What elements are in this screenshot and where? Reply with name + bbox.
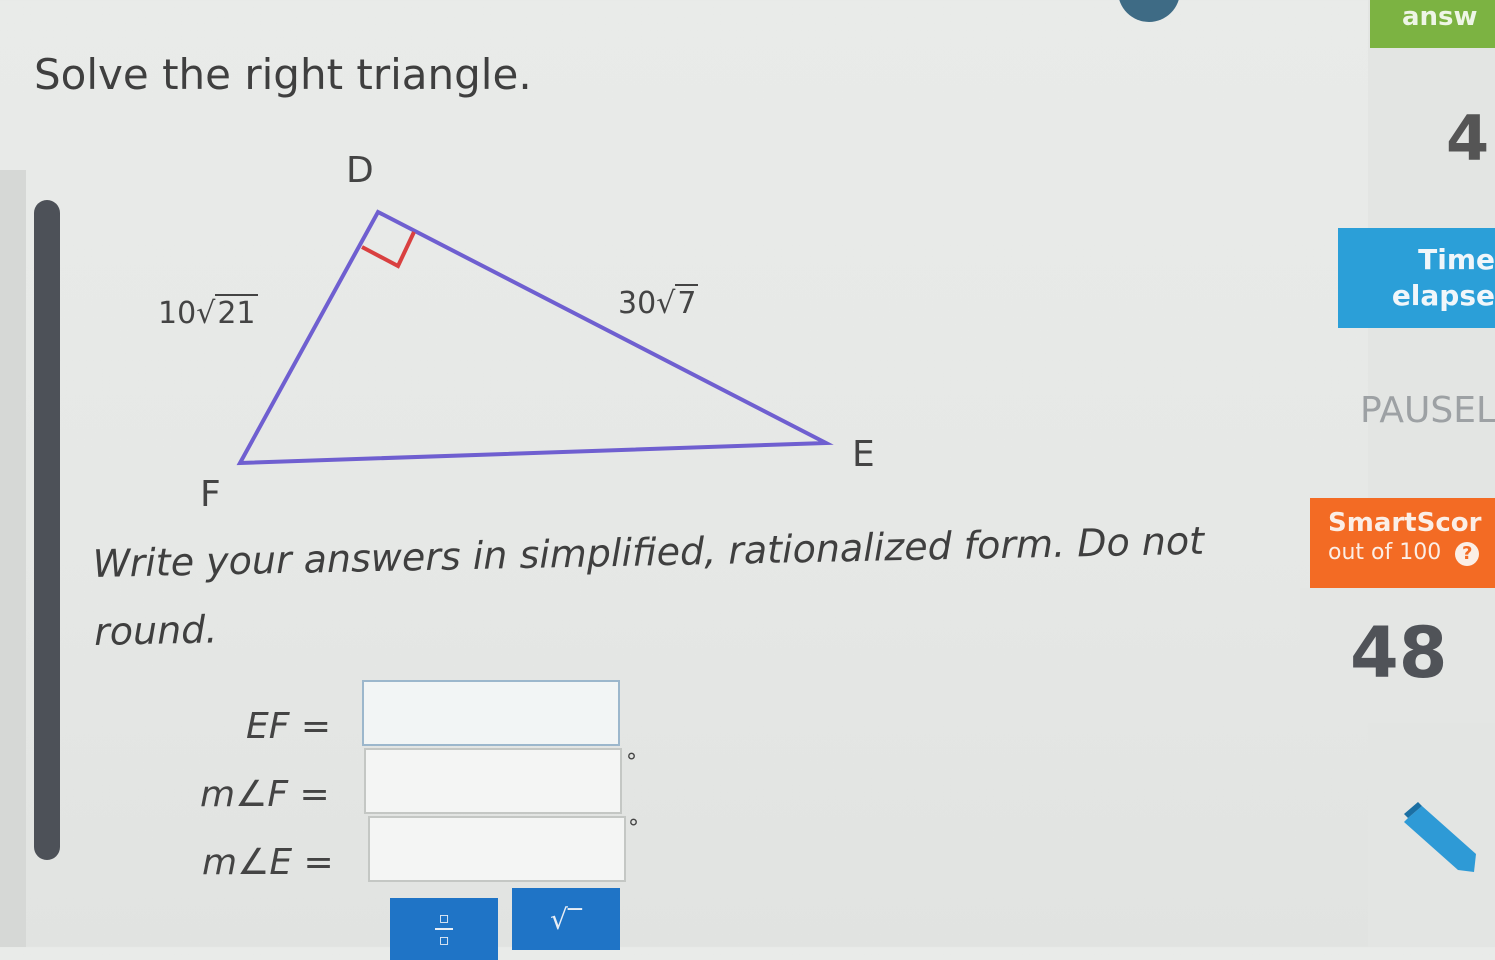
ef-label: EF = [246,706,332,747]
triangle-shape [236,209,834,466]
radical-sign: √ [656,286,676,321]
angle-e-label: m∠E = [202,842,334,883]
smartscore-sub-label: out of 100 [1328,540,1442,565]
time-elapsed-panel: Time elapse [1338,228,1495,328]
time-sub-label: elapse [1391,279,1495,312]
square-root-button[interactable]: √‾ [512,888,620,950]
square-root-icon: √‾ [550,902,582,936]
vertex-d-label: D [346,150,374,191]
fraction-button[interactable]: ▫ ▫ [390,898,498,960]
fraction-icon: ▫ ▫ [435,910,453,948]
vertex-e-label: E [852,434,875,475]
pencil-icon[interactable] [1400,800,1490,880]
side-df-label: 10√21 [158,294,258,331]
side-df-coefficient: 10 [158,296,197,331]
answered-count: 4 [1446,102,1490,175]
side-df-radicand: 21 [215,294,258,331]
vertex-f-label: F [200,474,221,515]
side-de-coefficient: 30 [618,286,657,321]
side-de-label: 30√7 [618,284,699,321]
paused-status[interactable]: PAUSEL [1360,390,1495,431]
angle-f-label: m∠F = [200,774,330,815]
right-angle-marker [361,231,416,269]
angle-f-input[interactable] [364,748,622,814]
angle-e-input[interactable] [368,816,626,882]
help-icon[interactable]: ? [1455,542,1480,566]
time-label: Time [1418,243,1495,276]
degree-symbol: ° [628,816,639,841]
smartscore-value: 48 [1350,612,1448,694]
ef-input[interactable] [362,680,620,746]
smartscore-label: SmartScor [1328,508,1482,538]
degree-symbol: ° [626,750,637,775]
radical-sign: √ [196,296,216,331]
answered-label: answ [1370,0,1495,48]
side-de-radicand: 7 [675,284,699,321]
smartscore-panel: SmartScor out of 100? [1310,498,1495,588]
instructions-text: Write your answers in simplified, ration… [92,518,1205,654]
